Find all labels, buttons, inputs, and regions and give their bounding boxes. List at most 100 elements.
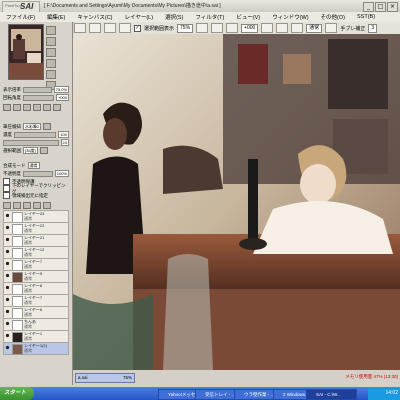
protect-checkbox[interactable] [3, 178, 10, 185]
tool-button-1[interactable] [3, 104, 11, 111]
menu-file[interactable]: ファイル(F) [0, 13, 41, 21]
show-selection-label: 選択範囲表示 [144, 25, 175, 32]
eye-icon[interactable] [5, 249, 10, 254]
menu-edit[interactable]: 編集(E) [41, 13, 71, 21]
menu-window[interactable]: ウィンドウ(W) [266, 13, 314, 21]
minimize-button[interactable]: _ [363, 2, 374, 12]
document-tab[interactable]: a.sai 75% [75, 373, 135, 383]
rotate-left-button[interactable] [261, 23, 274, 33]
eye-icon[interactable] [5, 345, 10, 350]
artwork [73, 34, 400, 370]
task-button-sai[interactable]: SAI - C:\W... [306, 389, 357, 400]
menu-sst[interactable]: SST(B) [351, 14, 381, 20]
eye-icon[interactable] [5, 237, 10, 242]
tool-button-5[interactable] [43, 104, 51, 111]
mode-select[interactable]: 通常 [306, 23, 323, 33]
nav-zoom-out-button[interactable] [46, 37, 56, 46]
size-slider[interactable] [3, 139, 59, 146]
eye-icon[interactable] [5, 261, 10, 266]
tool-button-2[interactable] [13, 104, 21, 111]
brush-option-button[interactable] [43, 123, 52, 130]
rotate-value[interactable]: +000 [55, 94, 69, 101]
flip-button[interactable] [291, 23, 304, 33]
brush-value[interactable]: 水彩筆2 [23, 123, 42, 130]
clip-checkbox[interactable] [3, 185, 10, 192]
stabilizer-select[interactable]: 3 [368, 23, 378, 33]
document-tab-name: a.sai [78, 375, 88, 380]
opacity-value[interactable]: 100% [54, 170, 69, 177]
tool-button-3[interactable] [23, 104, 31, 111]
maximize-button[interactable]: □ [375, 2, 386, 12]
zoom-reset-button[interactable] [226, 23, 239, 33]
menu-canvas[interactable]: キャンバス(C) [71, 13, 118, 21]
clear-layer-button[interactable] [33, 202, 41, 209]
show-selection-checkbox[interactable]: ✓ [134, 24, 141, 32]
preset-value[interactable]: [35度] [23, 147, 38, 154]
deselect-button[interactable] [104, 23, 116, 33]
toolbar: ✓ 選択範囲表示 75% +000 通常 手ブレ補正 3 [74, 22, 400, 34]
zoom-slider[interactable] [23, 86, 52, 93]
layer-item-selected[interactable]: レイヤー1(2) 通常 [3, 342, 69, 355]
redo-button[interactable] [89, 23, 101, 33]
menu-layer[interactable]: レイヤー(L) [119, 13, 160, 21]
size-row: 24 [3, 139, 69, 146]
delete-layer-button[interactable] [43, 202, 51, 209]
clock[interactable]: 14:02 [385, 390, 398, 396]
drawing-canvas[interactable] [73, 34, 400, 370]
document-tab-zoom: 75% [122, 375, 132, 380]
density-slider[interactable] [14, 131, 57, 138]
undo-button[interactable] [74, 23, 86, 33]
status-bar: a.sai 75% メモリ使用量 47% (13:30) [73, 370, 400, 385]
brush-label: 筆圧検知 [3, 123, 21, 129]
nav-zoom-in-button[interactable] [46, 26, 56, 35]
navigator-preview[interactable] [8, 24, 44, 80]
tool-button-6[interactable] [53, 104, 61, 111]
new-layer-button[interactable] [3, 202, 11, 209]
title-bar: PaintTool SAI [ F:\Documents and Setting… [0, 0, 400, 13]
new-set-button[interactable] [13, 202, 21, 209]
zoom-in-button[interactable] [211, 23, 224, 33]
nav-rotate-left-button[interactable] [46, 70, 56, 79]
window-title: [ F:\Documents and Settings\Ayumi\My Doc… [44, 3, 221, 9]
density-value[interactable]: 100 [58, 131, 69, 138]
blend-select[interactable]: 通常 [27, 162, 40, 169]
sai-button[interactable] [325, 23, 338, 33]
clip-row: 下のレイヤーでクリッピング [3, 183, 69, 194]
merge-layer-button[interactable] [23, 202, 31, 209]
blend-row: 合成モード 通常 [3, 162, 69, 169]
menu-view[interactable]: ビュー(V) [230, 13, 266, 21]
zoom-value[interactable]: 75.0% [53, 86, 69, 93]
zoom-field[interactable]: 75% [177, 23, 194, 33]
eye-icon[interactable] [5, 321, 10, 326]
eye-icon[interactable] [5, 297, 10, 302]
menu-select[interactable]: 選択(S) [159, 13, 189, 21]
zoom-row: 表示倍率 75.0% [3, 86, 69, 93]
nav-reset-button[interactable] [46, 59, 56, 68]
tool-button-4[interactable] [33, 104, 41, 111]
size-value[interactable]: 24 [60, 139, 69, 146]
density-row: 濃度 100 [3, 131, 69, 138]
eye-icon[interactable] [5, 285, 10, 290]
invert-button[interactable] [119, 23, 131, 33]
eye-icon[interactable] [5, 225, 10, 230]
zoom-out-button[interactable] [196, 23, 209, 33]
logo-brand: SAI [20, 2, 34, 11]
menu-other[interactable]: その他(O) [315, 13, 351, 21]
nav-fit-button[interactable] [46, 48, 56, 57]
close-button[interactable]: × [387, 2, 398, 12]
rotation-field[interactable]: +000 [241, 23, 259, 33]
preset-button[interactable] [39, 147, 48, 154]
navigator-buttons [46, 26, 66, 90]
opacity-slider[interactable] [23, 170, 53, 177]
rotate-slider[interactable] [23, 94, 54, 101]
start-button[interactable]: スタート [0, 387, 34, 400]
eye-icon[interactable] [5, 213, 10, 218]
navigator-thumbnail [9, 25, 43, 79]
eye-icon[interactable] [5, 333, 10, 338]
density-label: 濃度 [3, 131, 12, 137]
rotate-right-button[interactable] [276, 23, 289, 33]
eye-icon[interactable] [5, 309, 10, 314]
eye-icon[interactable] [5, 273, 10, 278]
menu-filter[interactable]: フィルタ(T) [189, 13, 230, 21]
ref-checkbox[interactable] [3, 192, 10, 199]
